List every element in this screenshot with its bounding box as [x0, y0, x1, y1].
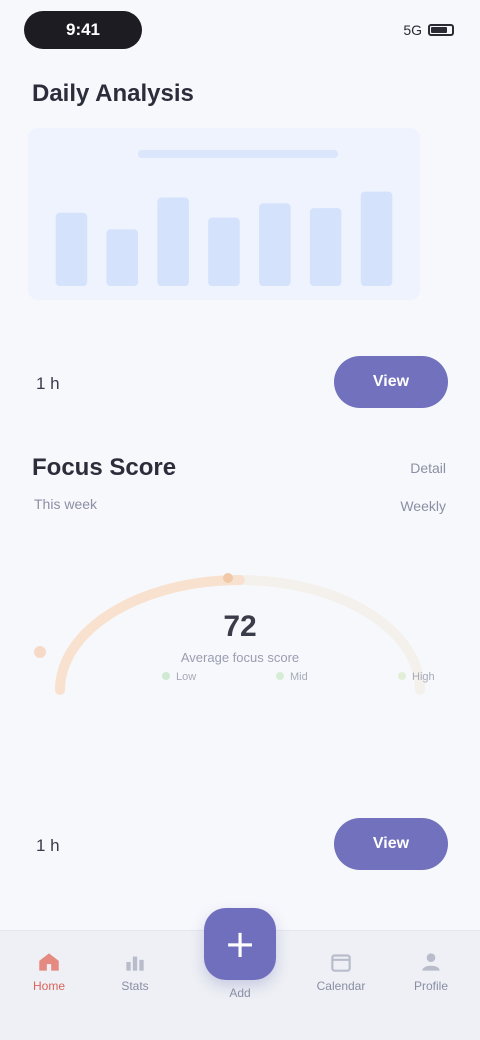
bar-wed: [157, 197, 189, 286]
legend-dot-low: [162, 672, 170, 680]
nav-item-profile[interactable]: Profile: [396, 949, 466, 993]
section-title-focus: Focus Score: [32, 454, 177, 481]
analysis-row-label: 1 h: [36, 374, 60, 393]
legend-mid: Mid: [290, 671, 308, 683]
legend-low: Low: [176, 671, 196, 683]
focus-score-card: 72 Average focus score Low Mid High: [0, 540, 480, 790]
focus-view-button[interactable]: View: [334, 818, 448, 870]
bar-tue: [106, 229, 138, 286]
focus-side-sub: Weekly: [400, 498, 446, 514]
gauge-legend: Low Mid High: [162, 671, 435, 683]
nav-label-add: Add: [229, 986, 251, 1000]
status-icons: 5G: [403, 22, 454, 38]
chart-icon: [126, 956, 144, 971]
analysis-row: 1 h View: [0, 352, 480, 416]
status-bar: 9:41 5G: [0, 0, 480, 60]
legend-high: High: [412, 671, 435, 683]
bar-sun: [360, 191, 393, 286]
focus-row-label: 1 h: [36, 836, 60, 855]
focus-side-label[interactable]: Detail: [410, 460, 446, 476]
section-title-analysis: Daily Analysis: [32, 80, 194, 107]
nav-item-calendar[interactable]: Calendar: [306, 949, 376, 993]
gauge-fill: [55, 575, 245, 695]
nav-item-stats[interactable]: Stats: [100, 949, 170, 993]
plus-icon: +: [224, 922, 256, 966]
nav-label-home: Home: [32, 979, 65, 993]
bar-fri: [259, 203, 291, 286]
chart-header-strip: [138, 150, 338, 158]
focus-score-caption: Average focus score: [181, 650, 299, 665]
bar-sat: [309, 208, 342, 286]
status-time: 9:41: [24, 11, 142, 49]
bar-mon: [55, 212, 88, 286]
focus-gauge: 72 Average focus score Low Mid High: [34, 573, 435, 695]
focus-subtitle: This week: [34, 496, 98, 512]
bar-chart-svg: [55, 150, 393, 286]
nav-item-home[interactable]: Home: [14, 949, 84, 993]
nav-label-profile: Profile: [413, 979, 448, 993]
legend-dot-mid: [276, 672, 284, 680]
nav-label-calendar: Calendar: [316, 979, 366, 993]
user-icon: [422, 953, 440, 971]
gauge-dot-marker: [223, 573, 233, 583]
bar-thu: [208, 217, 240, 286]
add-button[interactable]: +: [204, 908, 276, 980]
battery-icon: [428, 24, 454, 36]
signal-label: 5G: [403, 22, 422, 38]
home-icon: [39, 953, 59, 971]
nav-label-stats: Stats: [121, 979, 149, 993]
gauge-dot-start: [34, 646, 46, 658]
calendar-icon: [331, 954, 351, 972]
legend-dot-high: [398, 672, 406, 680]
focus-row: 1 h View: [0, 814, 480, 878]
weekly-bar-chart: [28, 128, 420, 300]
focus-score-value: 72: [223, 610, 256, 643]
analysis-view-button[interactable]: View: [334, 356, 448, 408]
